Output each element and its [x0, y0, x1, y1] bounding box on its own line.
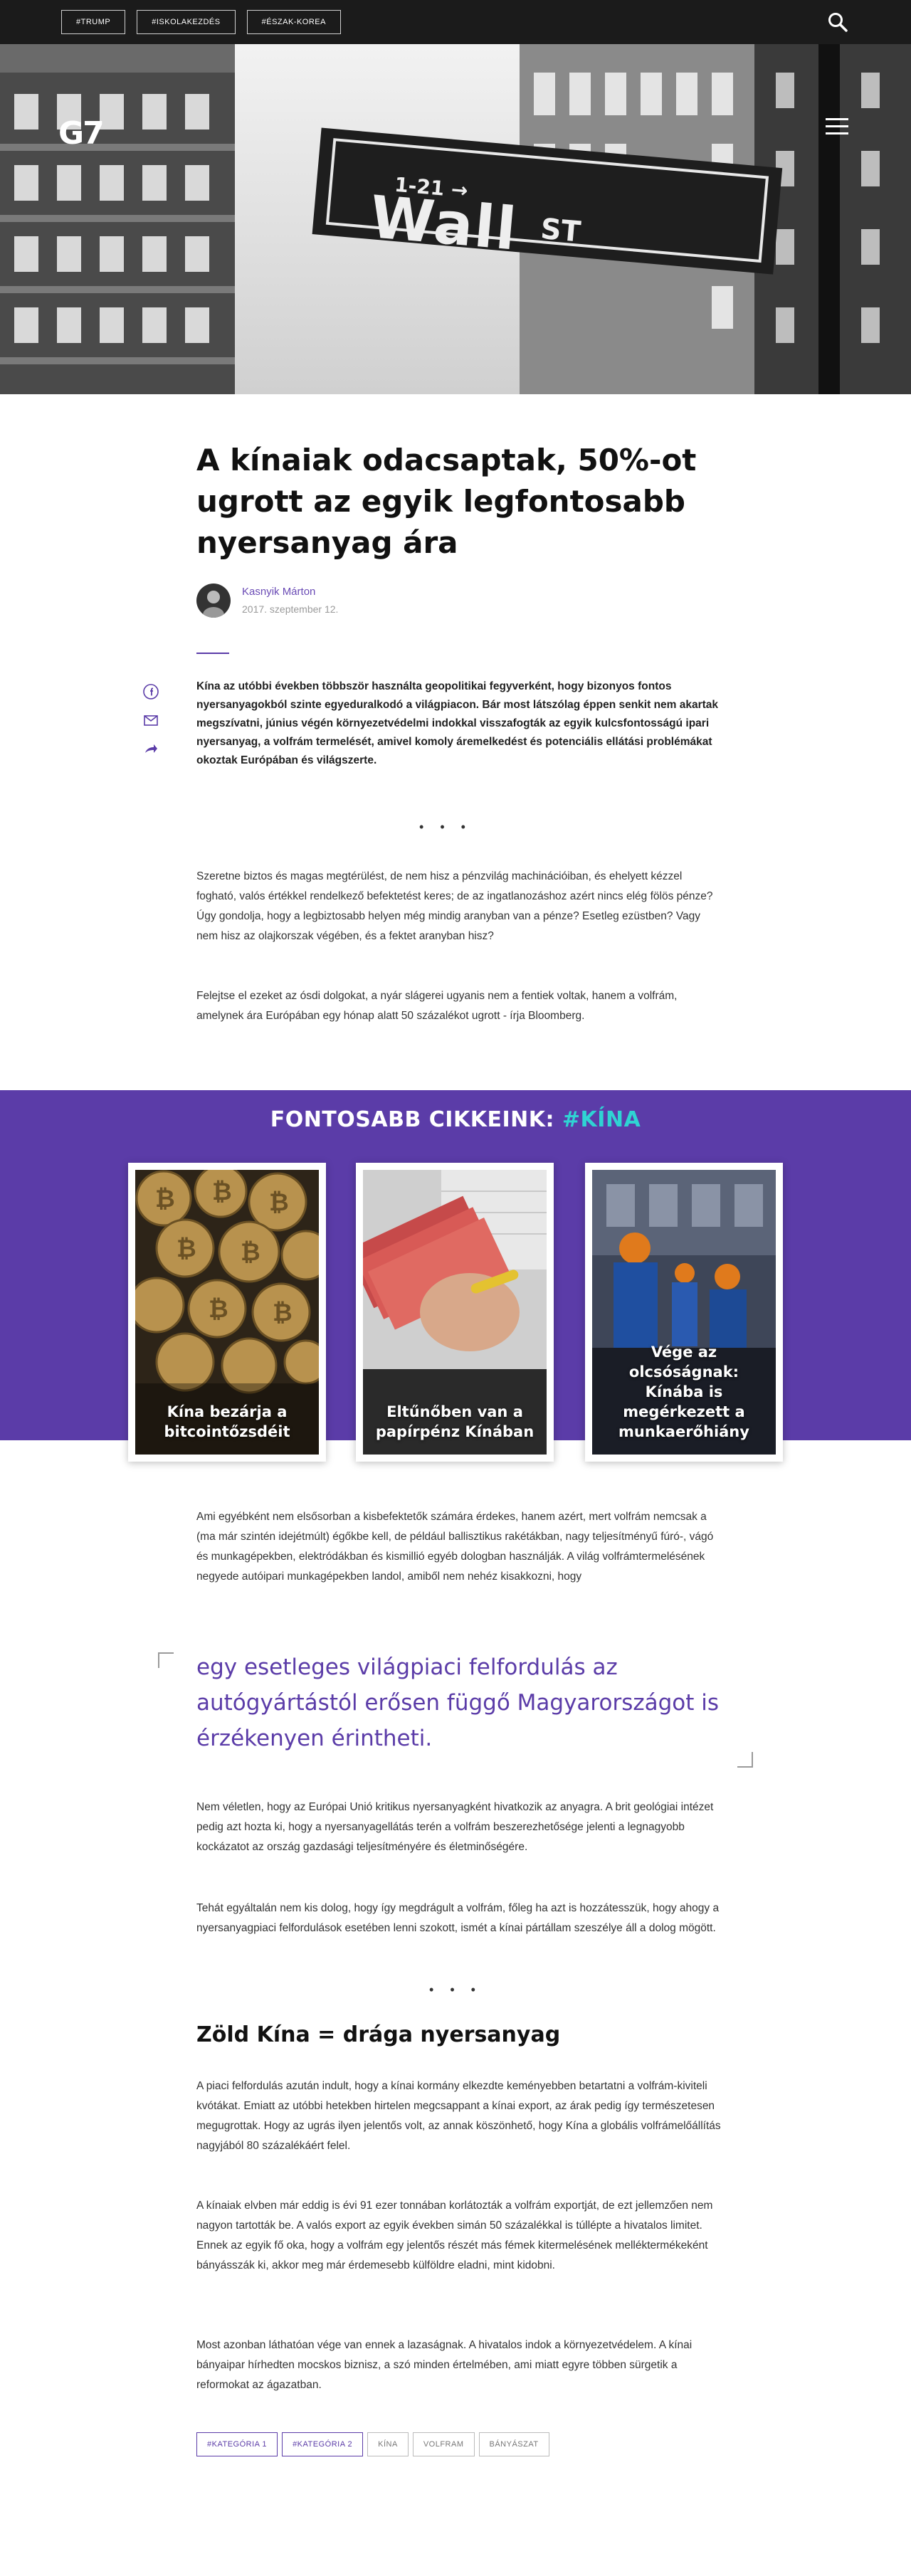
pull-quote: egy esetleges világpiaci felfordulás az …	[196, 1654, 720, 1751]
card-image-bitcoin: ₿ ₿ ₿ ₿ ₿ ₿ ₿ Kína bezárja a bitcointőzsdéit	[135, 1170, 319, 1455]
hero-image: 1-21 → Wall ST G7	[0, 44, 911, 394]
paragraph-4: Nem véletlen, hogy az Európai Unió kriti…	[196, 1801, 714, 1853]
trending-tag-trump[interactable]: #TRUMP	[61, 10, 126, 34]
svg-text:₿: ₿	[177, 1235, 196, 1263]
paragraph-1: Szeretne biztos és magas megtérülést, de…	[196, 870, 713, 942]
article-title: A kínaiak odacsaptak, 50%-ot ugrott az e…	[196, 443, 697, 560]
card-image-workers: Vége az olcsóságnak: Kínába is megérkeze…	[592, 1170, 776, 1455]
svg-text:₿: ₿	[212, 1178, 232, 1206]
svg-text:₿: ₿	[269, 1188, 289, 1217]
article-tags: #KATEGÓRIA 1 #KATEGÓRIA 2 KÍNA VOLFRAM B…	[196, 2432, 549, 2456]
featured-title: FONTOSABB CIKKEINK: #KÍNA	[0, 1107, 911, 1132]
svg-text:₿: ₿	[209, 1295, 228, 1324]
tag-volfram[interactable]: VOLFRAM	[412, 2432, 475, 2456]
featured-title-text: FONTOSABB CIKKEINK:	[270, 1107, 554, 1132]
card-title: Kína bezárja a bitcointőzsdéit	[164, 1403, 290, 1440]
article-lead: Kína az utóbbi években többször használt…	[196, 680, 719, 766]
featured-title-tag[interactable]: #KÍNA	[562, 1107, 641, 1132]
quote-corner-bottom	[737, 1752, 753, 1768]
search-icon[interactable]	[826, 10, 850, 34]
tag-kategoria-2[interactable]: #KATEGÓRIA 2	[282, 2432, 364, 2456]
section-divider-dots: • • •	[429, 1983, 482, 1997]
author-name[interactable]: Kasnyik Márton	[242, 586, 315, 598]
featured-card[interactable]: ₿ ₿ ₿ ₿ ₿ ₿ ₿ Kína bezárja a bitcointőzsdéit	[128, 1163, 326, 1462]
featured-card[interactable]: Eltűnőben van a papírpénz Kínában	[356, 1163, 554, 1462]
page: #TRUMP #ISKOLAKEZDÉS #ÉSZAK-KOREA 1-21 →…	[0, 0, 911, 2576]
menu-icon[interactable]	[826, 118, 848, 135]
svg-text:₿: ₿	[155, 1185, 175, 1213]
email-icon[interactable]	[142, 712, 159, 729]
card-title: Eltűnőben van a papírpénz Kínában	[375, 1403, 535, 1440]
tag-kina[interactable]: KÍNA	[367, 2432, 409, 2456]
tag-banyaszat[interactable]: BÁNYÁSZAT	[478, 2432, 549, 2456]
card-image-banknotes: Eltűnőben van a papírpénz Kínában	[363, 1170, 547, 1455]
paragraph-5: Tehát egyáltalán nem kis dolog, hogy így…	[196, 1902, 720, 1934]
tag-kategoria-1[interactable]: #KATEGÓRIA 1	[196, 2432, 278, 2456]
site-logo[interactable]: G7	[58, 115, 105, 152]
publish-date: 2017. szeptember 12.	[242, 603, 339, 615]
quote-corner-top	[158, 1652, 174, 1668]
paragraph-2: Felejtse el ezeket az ósdi dolgokat, a n…	[196, 990, 678, 1022]
sign-st-text: ST	[539, 212, 582, 249]
trending-tag-iskolakezdes[interactable]: #ISKOLAKEZDÉS	[137, 10, 236, 34]
paragraph-8: Most azonban láthatóan vége van ennek a …	[196, 2339, 693, 2391]
top-bar: #TRUMP #ISKOLAKEZDÉS #ÉSZAK-KOREA	[0, 0, 911, 44]
trending-tags: #TRUMP #ISKOLAKEZDÉS #ÉSZAK-KOREA	[61, 10, 341, 34]
section-heading: Zöld Kína = drága nyersanyag	[196, 2022, 561, 2047]
featured-card[interactable]: Vége az olcsóságnak: Kínába is megérkeze…	[585, 1163, 783, 1462]
paragraph-6: A piaci felfordulás azután indult, hogy …	[196, 2080, 721, 2152]
author-avatar[interactable]	[196, 584, 231, 618]
facebook-icon[interactable]	[142, 683, 159, 700]
paragraph-7: A kínaiak elvben már eddig is évi 91 eze…	[196, 2200, 713, 2271]
title-divider	[196, 653, 229, 654]
trending-tag-eszak-korea[interactable]: #ÉSZAK-KOREA	[246, 10, 341, 34]
share-icon[interactable]	[142, 740, 159, 757]
sign-wall-text: Wall	[367, 183, 520, 264]
svg-text:₿: ₿	[241, 1238, 260, 1267]
card-title: Vége az olcsóságnak: Kínába is megérkeze…	[618, 1344, 749, 1440]
section-divider-dots: • • •	[419, 820, 472, 834]
paragraph-3: Ami egyébként nem elsősorban a kisbefekt…	[196, 1511, 714, 1583]
svg-text:₿: ₿	[273, 1299, 293, 1327]
